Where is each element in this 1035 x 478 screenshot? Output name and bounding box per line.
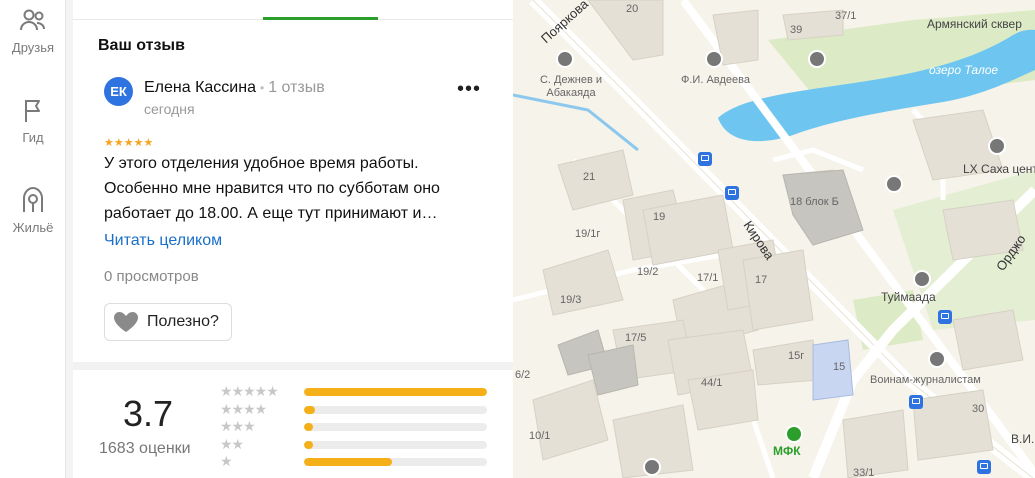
distribution-stars: ★★★★	[220, 400, 267, 417]
ratings-count: 1683 оценки	[99, 440, 191, 457]
author-line: Елена Кассина • 1 отзыв	[144, 79, 325, 97]
review-stars: ★★★★★	[104, 137, 154, 149]
bus-stop-icon[interactable]	[909, 395, 923, 409]
poi-label-tuymaada: Туймаада	[881, 290, 936, 304]
building-number: 39	[790, 24, 803, 36]
poi-label-lx: LX Саха центр	[963, 162, 1035, 176]
bus-stop-icon[interactable]	[698, 152, 712, 166]
average-rating: 3.7	[123, 393, 174, 434]
more-options-button[interactable]: •••	[455, 79, 483, 102]
building-number: 17/1	[697, 272, 719, 284]
bus-stop-icon[interactable]	[938, 310, 952, 324]
helpful-label: Полезно?	[147, 313, 219, 330]
poi-label-avdeeva: Ф.И. Авдеева	[681, 74, 750, 86]
author-name[interactable]: Елена Кассина	[144, 79, 256, 96]
monument-icon[interactable]	[705, 50, 723, 68]
distribution-bar-fill	[304, 423, 314, 431]
section-title: Ваш отзыв	[98, 37, 185, 54]
building-number: 30	[972, 403, 985, 415]
poi-label-voinam: Воинам-журналистам	[870, 374, 981, 386]
distribution-bar-fill	[304, 405, 315, 414]
building-number: 15	[833, 361, 846, 373]
nav-item-label: Жильё	[12, 220, 54, 235]
review-text: У этого отделения удобное время работы. …	[104, 155, 440, 222]
cinema-icon[interactable]	[885, 175, 903, 193]
building-number: 19/2	[637, 266, 659, 278]
map-view[interactable]: Пояркова Кирова Орджо озеро Талое Армянс…	[513, 0, 1035, 478]
monument-icon[interactable]	[928, 350, 946, 368]
distribution-bar-track	[304, 423, 487, 431]
bus-stop-icon[interactable]	[977, 460, 991, 474]
distribution-bar-fill	[304, 388, 487, 396]
section-divider	[73, 362, 513, 370]
building-number: 19/3	[560, 294, 582, 306]
heart-icon	[114, 312, 138, 332]
bus-stop-icon[interactable]	[725, 186, 739, 200]
landmark-icon[interactable]	[808, 50, 826, 68]
rating-distribution-row: ★★★★★	[220, 383, 490, 399]
nav-item-friends[interactable]: Друзья	[0, 6, 66, 55]
read-more-link[interactable]: Читать целиком	[104, 232, 222, 250]
building-number: 33/1	[853, 467, 875, 478]
poi-label-vi: В.И.	[1011, 432, 1035, 446]
distribution-stars: ★★★	[220, 418, 256, 434]
monument-icon[interactable]	[556, 50, 574, 68]
distribution-stars: ★★★★★	[220, 383, 279, 399]
nav-item-housing[interactable]: Жильё	[0, 184, 66, 235]
views-count: 0 просмотров	[104, 268, 199, 285]
building-number: 21	[583, 171, 596, 183]
distribution-bar-track	[304, 458, 487, 466]
building-number: 17	[755, 274, 768, 286]
building-number: 17/5	[625, 332, 647, 344]
poi-label-mfk: МФК	[773, 444, 801, 458]
building-number: 18 блок Б	[790, 196, 839, 208]
review-date: сегодня	[144, 101, 195, 117]
building-number: 10/1	[529, 430, 551, 442]
building-number: 37/1	[835, 10, 857, 22]
rating-distribution-row: ★★★	[220, 418, 490, 434]
avatar[interactable]: ЕК	[104, 77, 133, 106]
building-number: 19/1г	[575, 228, 601, 240]
rating-distribution-row: ★	[220, 453, 490, 469]
rating-distribution-row: ★★★★	[220, 400, 490, 417]
mfk-icon[interactable]	[785, 425, 803, 443]
distribution-bar-fill	[304, 440, 314, 449]
flag-icon	[25, 100, 40, 122]
poi-label-dezhnev: С. Дежнев и Абакаяда	[539, 74, 603, 99]
distribution-bar-track	[304, 388, 487, 396]
friends-icon	[20, 9, 45, 31]
building-number: 20	[626, 3, 639, 15]
nav-item-label: Друзья	[11, 40, 55, 55]
business-center-icon[interactable]	[643, 458, 661, 476]
house-icon	[23, 186, 43, 212]
building-number: 19	[653, 211, 666, 223]
building-number: 44/1	[701, 377, 723, 389]
distribution-stars: ★★	[220, 435, 244, 452]
active-tab-indicator	[263, 17, 378, 20]
building-number: 6/2	[515, 369, 531, 381]
shop-icon[interactable]	[913, 270, 931, 288]
nav-item-label: Гид	[22, 130, 44, 145]
author-review-count: 1 отзыв	[268, 79, 325, 96]
distribution-bar-fill	[304, 458, 392, 466]
building-number: 15г	[788, 350, 805, 362]
helpful-button[interactable]: Полезно?	[104, 303, 232, 341]
rating-distribution-row: ★★	[220, 435, 490, 452]
tab-bar	[73, 0, 513, 20]
business-center-icon[interactable]	[988, 137, 1006, 155]
distribution-bar-track	[304, 405, 487, 414]
square-label: Армянский сквер	[927, 17, 1022, 31]
lake-label: озеро Талое	[929, 63, 999, 77]
separator-dot: •	[259, 81, 265, 95]
place-panel: Ваш отзыв ЕК Елена Кассина • 1 отзыв сегод…	[73, 0, 513, 478]
distribution-bar-track	[304, 440, 487, 449]
nav-item-guide[interactable]: Гид	[0, 96, 66, 145]
distribution-stars: ★	[220, 453, 233, 469]
left-nav-rail: Друзья Гид Жильё	[0, 0, 66, 478]
